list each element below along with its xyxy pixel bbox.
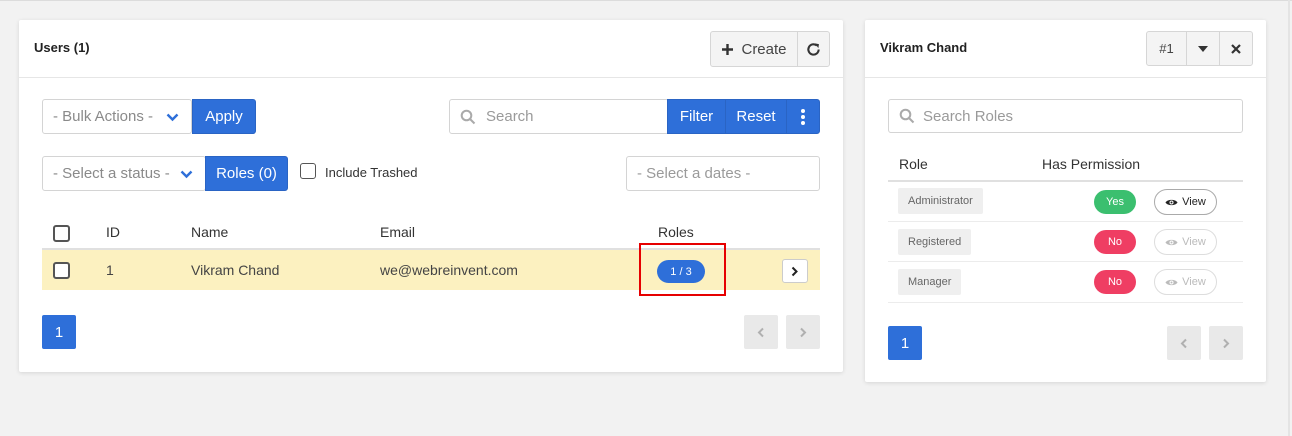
column-header-email: Email [380,224,416,240]
previous-page-button[interactable] [744,315,778,349]
apply-button[interactable]: Apply [192,99,256,134]
highlight-annotation [639,243,726,296]
column-header-role: Role [899,156,928,172]
user-roles-panel: Vikram Chand #1 Search Roles Role Has Pe… [865,20,1266,382]
close-icon [1231,43,1241,54]
row-open-button[interactable] [782,259,808,283]
permission-no-badge: No [1094,270,1136,294]
refresh-icon [807,42,820,56]
dates-select-value: - Select a dates - [637,165,751,182]
row-id: 1 [106,262,114,278]
reset-button[interactable]: Reset [725,99,787,134]
status-select-value: - Select a status - [53,165,170,182]
record-number-button[interactable]: #1 [1147,32,1186,65]
bulk-actions-value: - Bulk Actions - [53,108,154,125]
chevron-left-icon [1180,338,1187,348]
users-panel-header: Users (1) Create [19,20,843,78]
vertical-dots-icon [801,108,805,125]
permission-yes-badge: Yes [1094,190,1136,214]
caret-down-icon [1198,45,1208,52]
chevron-right-icon [1223,338,1230,348]
permission-no-badge: No [1094,230,1136,254]
eye-icon [1165,199,1178,205]
user-roles-header-actions: #1 [1146,31,1253,66]
users-panel-title: Users (1) [34,40,90,55]
next-page-button[interactable] [1209,326,1243,360]
close-button[interactable] [1219,32,1252,65]
search-placeholder: Search [486,108,534,125]
chevron-down-icon [180,170,193,178]
users-header-actions: Create [710,31,830,67]
eye-icon [1165,239,1178,245]
search-icon [460,109,476,124]
user-roles-title: Vikram Chand [880,40,968,55]
chevron-down-icon [166,113,179,121]
search-input[interactable]: Search [449,99,669,134]
row-name: Vikram Chand [191,262,280,278]
chevron-right-icon [791,266,798,276]
include-trashed-checkbox[interactable] [300,163,316,179]
column-header-roles: Roles [658,224,694,240]
dates-select[interactable]: - Select a dates - [626,156,820,191]
plus-icon [722,43,734,55]
chevron-right-icon [800,327,807,337]
previous-page-button[interactable] [1167,326,1201,360]
view-role-label: View [1182,196,1206,208]
next-page-button[interactable] [786,315,820,349]
row-checkbox[interactable] [53,262,70,279]
view-role-button-disabled: View [1154,269,1217,295]
users-panel: Users (1) Create - Bulk Actions - Apply … [19,20,843,372]
table-row: Registered No View [888,222,1243,262]
roles-filter-button[interactable]: Roles (0) [205,156,288,191]
page-1-button[interactable]: 1 [888,326,922,360]
row-email: we@webreinvent.com [380,262,518,278]
refresh-button[interactable] [797,32,829,66]
role-name-tag: Administrator [898,188,983,214]
table-row: Administrator Yes View [888,182,1243,222]
include-trashed-label: Include Trashed [325,165,418,180]
role-name-tag: Registered [898,229,972,255]
eye-icon [1165,279,1178,285]
view-role-button[interactable]: View [1154,189,1217,215]
search-icon [899,108,915,124]
table-row: Manager No View [888,262,1243,303]
view-role-button-disabled: View [1154,229,1217,255]
filter-button[interactable]: Filter [667,99,726,134]
bulk-actions-select[interactable]: - Bulk Actions - [42,99,192,134]
status-select[interactable]: - Select a status - [42,156,206,191]
column-header-id: ID [106,224,120,240]
chevron-left-icon [757,327,764,337]
search-roles-input[interactable]: Search Roles [888,99,1243,133]
column-header-has-permission: Has Permission [1042,156,1141,172]
user-roles-header: Vikram Chand #1 [865,20,1266,78]
page-1-button[interactable]: 1 [42,315,76,349]
view-role-label: View [1182,276,1206,288]
search-roles-placeholder: Search Roles [923,107,1014,125]
create-button[interactable]: Create [711,32,797,66]
role-name-tag: Manager [898,269,962,295]
top-border [0,0,1292,1]
select-all-checkbox[interactable] [53,225,70,242]
column-header-name: Name [191,224,229,240]
view-role-label: View [1182,236,1206,248]
dropdown-button[interactable] [1186,32,1219,65]
create-button-label: Create [741,40,787,58]
right-border [1288,0,1290,436]
more-options-button[interactable] [786,99,820,134]
